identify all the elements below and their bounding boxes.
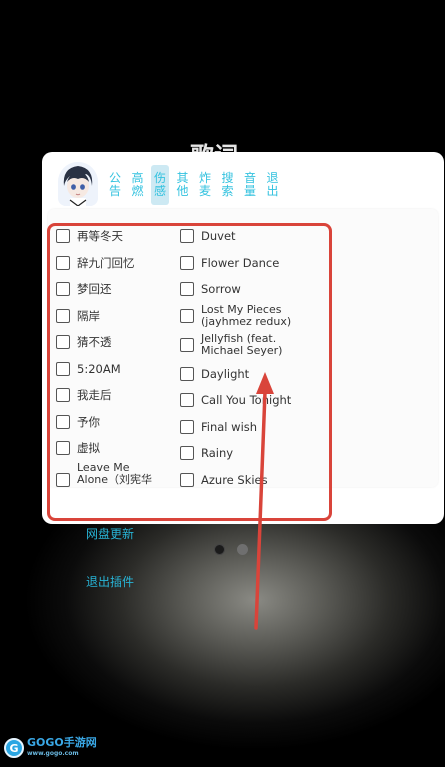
gogo-logo-icon: G — [4, 738, 24, 758]
song-row[interactable]: 隔岸 — [56, 303, 100, 329]
tab-label: 退出 — [266, 171, 279, 198]
checkbox[interactable] — [56, 256, 70, 270]
song-title: Flower Dance — [201, 255, 280, 270]
song-row[interactable]: 予你 — [56, 409, 100, 435]
song-row[interactable]: 梦回还 — [56, 276, 112, 302]
song-row[interactable]: Flower Dance — [180, 250, 279, 276]
checkbox[interactable] — [56, 229, 70, 243]
tab-announcement[interactable]: 公告 — [106, 165, 124, 205]
song-title: Azure Skies — [201, 472, 268, 487]
tab-intense[interactable]: 高燃 — [128, 165, 147, 205]
song-title: 予你 — [77, 414, 100, 429]
song-title: 虚拟 — [77, 440, 100, 455]
tab-label: 高燃 — [131, 171, 144, 198]
song-row[interactable]: Final wish — [180, 414, 257, 440]
checkbox[interactable] — [56, 309, 70, 323]
song-title: Final wish — [201, 419, 258, 434]
checkbox[interactable] — [56, 388, 70, 402]
avatar — [58, 162, 98, 206]
tab-search[interactable]: 搜索 — [218, 165, 237, 205]
tab-label: 音量 — [244, 171, 257, 198]
checkbox[interactable] — [180, 420, 194, 434]
song-title: 猜不透 — [77, 334, 112, 349]
exit-plugin-link[interactable]: 退出插件 — [86, 573, 134, 590]
category-tabs: 公告 高燃 伤感 其他 炸麦 搜索 音量 退出 — [106, 165, 286, 205]
tab-label: 搜索 — [221, 171, 234, 198]
song-title: Sorrow — [201, 281, 241, 296]
song-row[interactable]: Duvet — [180, 223, 236, 249]
song-row[interactable]: Lost My Pieces (jayhmez redux) — [180, 303, 301, 329]
tab-label: 公告 — [109, 171, 122, 198]
song-title: 5:20AM — [77, 361, 121, 376]
song-row[interactable]: 虚拟 — [56, 435, 100, 461]
song-title: Leave Me Alone（刘宪华 — [77, 462, 153, 486]
watermark-sub: www.gogo.com — [27, 750, 79, 757]
song-row[interactable]: Call You Tonight — [180, 387, 291, 413]
song-row[interactable]: 辞九门回忆 — [56, 250, 135, 276]
tab-mic-blast[interactable]: 炸麦 — [196, 165, 214, 205]
tab-label: 伤感 — [154, 171, 167, 198]
checkbox[interactable] — [180, 256, 194, 270]
song-title: Lost My Pieces (jayhmez redux) — [201, 303, 292, 328]
song-title: 辞九门回忆 — [77, 255, 135, 270]
checkbox[interactable] — [56, 415, 70, 429]
song-row[interactable]: 我走后 — [56, 382, 112, 408]
page-dot-active[interactable] — [214, 544, 225, 555]
lyrics-panel: 公告 高燃 伤感 其他 炸麦 搜索 音量 退出 中文 英文 再等冬天 辞九门回忆… — [42, 152, 444, 524]
checkbox[interactable] — [180, 473, 194, 487]
song-row[interactable]: Daylight — [180, 361, 249, 387]
checkbox[interactable] — [180, 367, 194, 381]
checkbox[interactable] — [56, 335, 70, 349]
tab-volume[interactable]: 音量 — [241, 165, 259, 205]
song-list[interactable]: 再等冬天 辞九门回忆 梦回还 隔岸 猜不透 5:20AM 我走后 予你 虚拟 L… — [48, 209, 438, 487]
page-indicator — [214, 544, 260, 555]
song-row[interactable]: 再等冬天 — [56, 223, 123, 249]
checkbox[interactable] — [56, 282, 70, 296]
tab-label: 其他 — [176, 171, 189, 198]
song-row[interactable]: Leave Me Alone（刘宪华 — [56, 462, 157, 488]
tab-sad[interactable]: 伤感 — [151, 165, 169, 205]
song-title: Rainy — [201, 445, 234, 460]
tab-label: 炸麦 — [199, 171, 212, 198]
checkbox[interactable] — [56, 441, 70, 455]
song-row[interactable]: 猜不透 — [56, 329, 112, 355]
song-title: Daylight — [201, 366, 250, 381]
song-title: 隔岸 — [77, 308, 100, 323]
watermark-text: GOGO手游网 www.gogo.com — [27, 737, 97, 759]
song-title: Jellyfish (feat. Michael Seyer) — [201, 332, 283, 357]
checkbox[interactable] — [180, 446, 194, 460]
song-title: 再等冬天 — [77, 228, 123, 243]
tab-exit[interactable]: 退出 — [263, 165, 282, 205]
page-dot[interactable] — [237, 544, 248, 555]
checkbox[interactable] — [180, 229, 194, 243]
song-row[interactable]: Azure Skies — [180, 467, 268, 493]
cloud-update-link[interactable]: 网盘更新 — [86, 525, 134, 542]
checkbox[interactable] — [56, 362, 70, 376]
checkbox[interactable] — [56, 473, 70, 487]
song-title: Duvet — [201, 228, 236, 243]
watermark-logo: G GOGO手游网 www.gogo.com — [4, 737, 97, 759]
tab-other[interactable]: 其他 — [173, 165, 192, 205]
song-title: 我走后 — [77, 387, 112, 402]
song-row[interactable]: 5:20AM — [56, 356, 121, 382]
song-row[interactable]: Sorrow — [180, 276, 241, 302]
song-row[interactable]: Rainy — [180, 440, 233, 466]
song-row[interactable]: Jellyfish (feat. Michael Seyer) — [180, 332, 301, 358]
checkbox[interactable] — [180, 338, 194, 352]
checkbox[interactable] — [180, 282, 194, 296]
song-title: 梦回还 — [77, 281, 112, 296]
song-title: Call You Tonight — [201, 392, 292, 407]
checkbox[interactable] — [180, 393, 194, 407]
checkbox[interactable] — [180, 309, 194, 323]
